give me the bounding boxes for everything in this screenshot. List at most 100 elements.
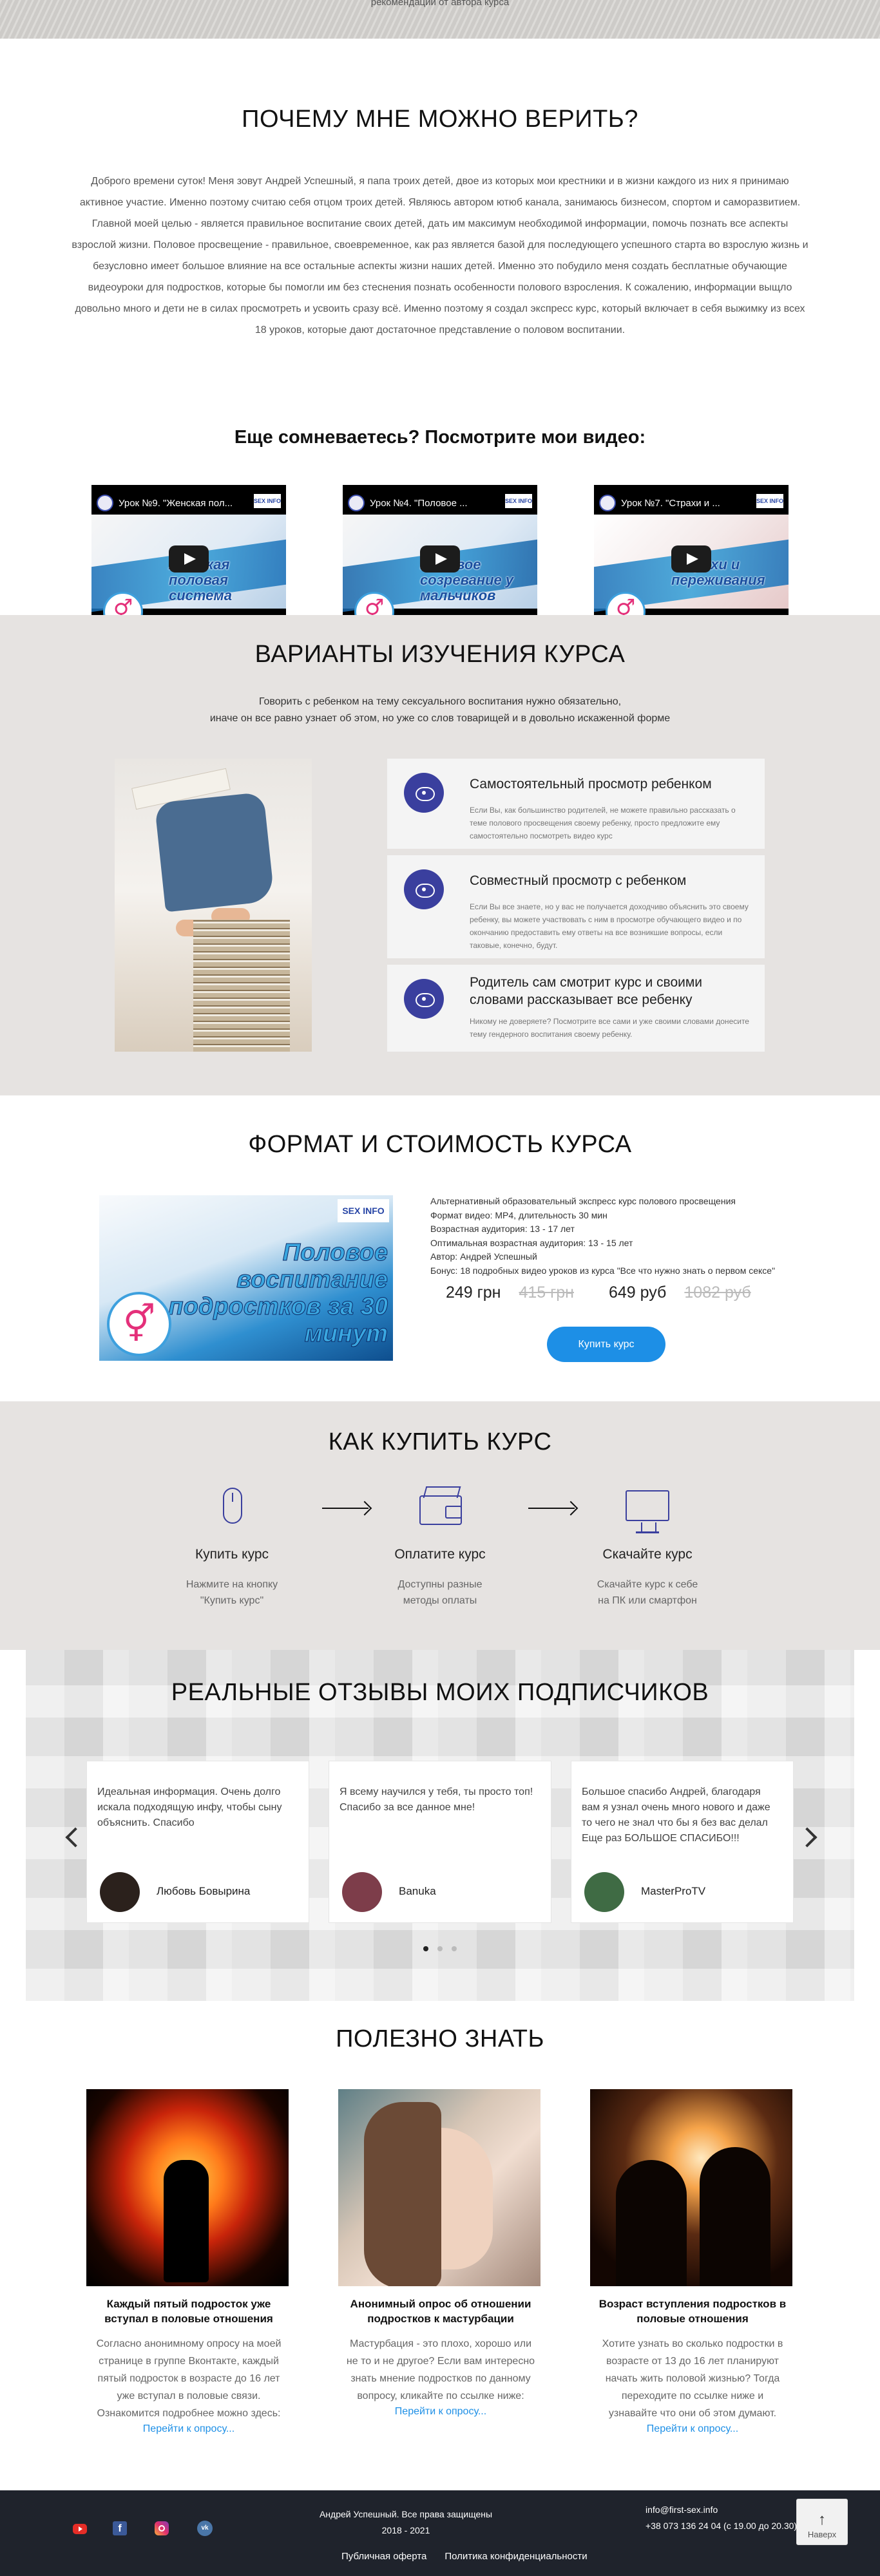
article-image[interactable] — [86, 2089, 289, 2286]
article-image[interactable] — [590, 2089, 792, 2286]
trust-title: ПОЧЕМУ МНЕ МОЖНО ВЕРИТЬ? — [242, 106, 638, 133]
carousel-next-button[interactable] — [798, 1824, 821, 1852]
vk-icon[interactable]: vk — [196, 2520, 216, 2539]
footer: f vk Андрей Успешный. Все права защищены… — [0, 2490, 880, 2576]
header-caption: рекомендации от автора курса — [370, 0, 510, 8]
privacy-policy-link[interactable]: Политика конфиденциальности — [445, 2551, 587, 2562]
step-desc: Скачайте курс к себе на ПК или смартфон — [597, 1579, 698, 1606]
channel-avatar-icon — [599, 495, 616, 511]
option-desc: Если Вы, как большинство родителей, не м… — [470, 806, 736, 840]
how-to-buy-section: КАК КУПИТЬ КУРС Купить курс Нажмите на к… — [0, 1401, 880, 1650]
play-button-icon[interactable] — [671, 545, 711, 573]
option-title: Совместный просмотр с ребенком — [470, 873, 687, 888]
public-offer-link[interactable]: Публичная оферта — [341, 2551, 426, 2562]
course-details: Альтернативный образовательный экспресс … — [430, 1195, 775, 1278]
option-card-parent-view: Родитель сам смотрит курс и своими слова… — [387, 965, 765, 1052]
article-image[interactable] — [338, 2089, 540, 2286]
site-logo: SEX INFO — [338, 1199, 389, 1222]
articles-title: ПОЛЕЗНО ЗНАТЬ — [336, 2025, 544, 2052]
article-title[interactable]: Анонимный опрос об отношении подростков … — [338, 2297, 543, 2326]
article-card: Анонимный опрос об отношении подростков … — [338, 2089, 543, 2418]
step-desc: Доступны разные методы оплаты — [397, 1579, 483, 1606]
carousel-dot[interactable] — [452, 1946, 457, 1951]
avatar — [584, 1872, 624, 1912]
buy-course-button[interactable]: Купить курс — [547, 1327, 665, 1362]
site-logo: SEX INFO — [254, 494, 281, 508]
step-title: Скачайте курс — [602, 1547, 693, 1562]
video-title[interactable]: Урок №4. "Половое ... — [370, 498, 468, 509]
reviewer-name: Banuka — [399, 1885, 436, 1897]
contacts: info@first-sex.info +38 073 136 24 04 (с… — [646, 2502, 797, 2534]
study-options-lead: Говорить с ребенком на тему сексуального… — [0, 694, 880, 727]
pricing-title: ФОРМАТ И СТОИМОСТЬ КУРСА — [248, 1131, 632, 1158]
price-uah: 249 грн — [446, 1283, 501, 1302]
price-rub: 649 руб — [609, 1283, 667, 1302]
carousel-dots — [0, 1943, 880, 1955]
banner-text: Половое воспитание подростков за 30 мину… — [168, 1239, 388, 1348]
pricing-section: ФОРМАТ И СТОИМОСТЬ КУРСА SEX INFO Полово… — [0, 1095, 880, 1401]
video-embed-lesson-7[interactable]: Страхи и переживания ⚥ Урок №7. "Страхи … — [594, 485, 789, 624]
back-to-top-button[interactable]: ↑ Наверх — [796, 2499, 848, 2545]
old-price-uah: 415 грн — [519, 1283, 575, 1302]
lead-line: иначе он все равно узнает об этом, но уж… — [209, 713, 671, 724]
step-title: Купить курс — [195, 1547, 269, 1562]
option-title: Самостоятельный просмотр ребенком — [470, 777, 712, 791]
eye-icon — [404, 979, 444, 1019]
trust-section: ПОЧЕМУ МНЕ МОЖНО ВЕРИТЬ? Доброго времени… — [0, 39, 880, 624]
review-card: Большое спасибо Андрей, благодаря вам я … — [571, 1761, 794, 1923]
video-embed-lesson-4[interactable]: Половое созревание у мальчиков ⚥ Урок №4… — [343, 485, 537, 624]
article-card: Возраст вступления подростков в половые … — [590, 2089, 795, 2435]
carousel-dot[interactable] — [437, 1946, 443, 1951]
study-options-section: ВАРИАНТЫ ИЗУЧЕНИЯ КУРСА Говорить с ребен… — [0, 615, 880, 1095]
video-title[interactable]: Урок №9. "Женская пол... — [119, 498, 233, 509]
reviewer-name: Любовь Бовырина — [157, 1885, 251, 1897]
youtube-icon[interactable] — [72, 2520, 91, 2539]
article-title[interactable]: Возраст вступления подростков в половые … — [590, 2297, 795, 2326]
eye-icon — [404, 773, 444, 813]
back-to-top-label: Наверх — [807, 2529, 837, 2539]
site-logo: SEX INFO — [756, 494, 783, 508]
carousel-dot[interactable] — [423, 1946, 428, 1951]
header-background-strip: рекомендации от автора курса — [0, 0, 880, 39]
reviews-section: РЕАЛЬНЫЕ ОТЗЫВЫ МОИХ ПОДПИСЧИКОВ Идеальн… — [0, 1650, 880, 2001]
article-desc: Согласно анонимному опросу на моей стран… — [96, 2338, 282, 2419]
carousel-prev-button[interactable] — [59, 1824, 82, 1852]
instagram-icon[interactable] — [153, 2520, 173, 2539]
contact-email[interactable]: info@first-sex.info — [646, 2502, 797, 2518]
option-title: Родитель сам смотрит курс и своими слова… — [470, 975, 703, 1007]
play-button-icon[interactable] — [169, 545, 209, 573]
play-button-icon[interactable] — [420, 545, 460, 573]
step-buy: Купить курс Нажмите на кнопку "Купить ку… — [148, 1484, 316, 1609]
books-photo — [115, 759, 312, 1052]
video-title[interactable]: Урок №7. "Страхи и ... — [621, 498, 720, 509]
course-detail-line: Альтернативный образовательный экспресс … — [430, 1196, 736, 1206]
reviews-title: РЕАЛЬНЫЕ ОТЗЫВЫ МОИХ ПОДПИСЧИКОВ — [171, 1679, 709, 1706]
step-desc: Нажмите на кнопку "Купить курс" — [186, 1579, 278, 1606]
step-pay: Оплатите курс Доступны разные методы опл… — [356, 1484, 524, 1609]
study-options-title: ВАРИАНТЫ ИЗУЧЕНИЯ КУРСА — [254, 641, 626, 668]
author-intro-text: Доброго времени суток! Меня зовут Андрей… — [72, 176, 808, 336]
article-title[interactable]: Каждый пятый подросток уже вступал в пол… — [86, 2297, 291, 2326]
course-banner: SEX INFO Половое воспитание подростков з… — [99, 1195, 393, 1361]
contact-phone[interactable]: +38 073 136 24 04 (с 19.00 до 20.30) — [646, 2518, 797, 2534]
price-block: 249 грн 415 грн 649 руб 1082 руб — [446, 1283, 751, 1302]
copyright-years: 2018 - 2021 — [381, 2525, 430, 2535]
how-to-buy-title: КАК КУПИТЬ КУРС — [328, 1428, 552, 1455]
avatar — [100, 1872, 140, 1912]
gender-symbol-icon: ⚥ — [107, 1292, 171, 1356]
facebook-icon[interactable]: f — [111, 2520, 131, 2539]
article-link[interactable]: Перейти к опросу... — [338, 2406, 543, 2418]
eye-icon — [404, 869, 444, 909]
footer-links: Публичная оферта Политика конфиденциальн… — [341, 2551, 588, 2562]
course-detail-line: Бонус: 18 подробных видео уроков из курс… — [430, 1265, 776, 1276]
lead-line: Говорить с ребенком на тему сексуального… — [258, 696, 622, 707]
article-link[interactable]: Перейти к опросу... — [590, 2423, 795, 2435]
video-embed-lesson-9[interactable]: Женская половая система ⚥ Урок №9. "Женс… — [91, 485, 286, 624]
course-detail-line: Формат видео: MP4, длительность 30 мин — [430, 1209, 607, 1220]
option-desc: Если Вы все знаете, но у вас не получает… — [470, 902, 749, 950]
channel-avatar-icon — [348, 495, 365, 511]
course-detail-line: Автор: Андрей Успешный — [430, 1251, 537, 1262]
course-detail-line: Возрастная аудитория: 13 - 17 лет — [430, 1224, 575, 1234]
old-price-rub: 1082 руб — [684, 1283, 751, 1302]
article-link[interactable]: Перейти к опросу... — [86, 2423, 291, 2435]
